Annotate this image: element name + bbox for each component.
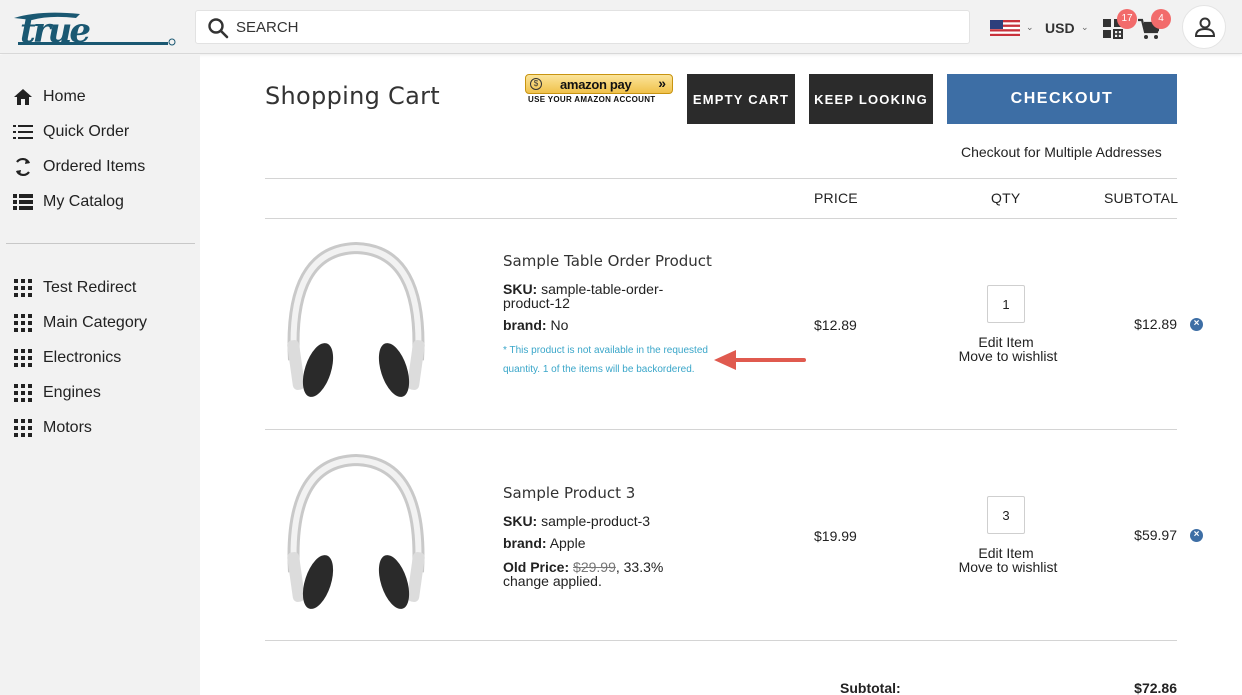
user-icon	[1194, 17, 1216, 37]
account-button[interactable]	[1182, 5, 1226, 49]
price-column-header: PRICE	[814, 190, 858, 206]
sidebar-item-label: Engines	[43, 384, 101, 401]
headphones-product-image[interactable]	[280, 452, 432, 622]
grid-icon	[12, 383, 34, 403]
sku-value: sample-product-3	[541, 513, 651, 529]
sidebar-item-test-redirect[interactable]: Test Redirect	[12, 276, 136, 300]
sidebar-divider	[6, 243, 195, 244]
cart-subtotal-label: Subtotal:	[840, 680, 901, 695]
item-subtotal: $59.97	[1134, 527, 1177, 543]
checkout-button[interactable]: CHECKOUT	[947, 74, 1177, 124]
sidebar-item-home[interactable]: Home	[12, 85, 86, 109]
brand-label: brand:	[503, 535, 547, 551]
sku-label: SKU:	[503, 513, 538, 529]
true-logo[interactable]: true	[10, 8, 180, 48]
brand-label: brand:	[503, 317, 547, 333]
sidebar-item-label: Ordered Items	[43, 158, 146, 175]
sidebar-item-motors[interactable]: Motors	[12, 416, 92, 440]
amazon-pay-label: amazon pay	[560, 77, 632, 92]
search-bar[interactable]	[195, 10, 970, 44]
sidebar-item-engines[interactable]: Engines	[12, 381, 101, 405]
currency-selector[interactable]: USD	[1045, 20, 1075, 36]
backorder-warning: * This product is not available in the r…	[503, 345, 708, 375]
product-sku-cont: product-12	[503, 295, 570, 311]
sidebar-item-my-catalog[interactable]: My Catalog	[12, 190, 124, 214]
sidebar-item-main-category[interactable]: Main Category	[12, 311, 147, 335]
catalog-list-icon	[12, 192, 34, 212]
move-to-wishlist-link[interactable]: Move to wishlist	[953, 348, 1063, 364]
sidebar-item-label: Test Redirect	[43, 279, 137, 296]
grid-icon	[12, 278, 34, 298]
multi-address-checkout-link[interactable]: Checkout for Multiple Addresses	[961, 144, 1162, 160]
sidebar: Home Quick Order Ordered Items My Catalo…	[0, 55, 200, 695]
sidebar-item-label: My Catalog	[43, 193, 124, 210]
annotation-arrow	[714, 350, 806, 370]
cart-subtotal-value: $72.86	[1134, 680, 1177, 695]
grid-icon	[12, 348, 34, 368]
grid-icon	[12, 313, 34, 333]
list-icon	[12, 122, 34, 142]
cart-count-badge: 4	[1151, 9, 1171, 29]
divider	[265, 429, 1177, 430]
quantity-input[interactable]	[987, 285, 1025, 323]
headphones-product-image[interactable]	[280, 240, 432, 410]
divider	[265, 178, 1177, 179]
chevron-down-icon[interactable]: ⌄	[1081, 22, 1089, 33]
divider	[265, 640, 1177, 641]
refresh-icon	[12, 157, 34, 177]
sidebar-item-label: Home	[43, 88, 86, 105]
item-price: $12.89	[814, 317, 857, 333]
product-sku: SKU: sample-table-order-	[503, 282, 663, 296]
amazon-pay-button[interactable]: $ amazon pay » USE YOUR AMAZON ACCOUNT	[525, 74, 673, 104]
item-price: $19.99	[814, 528, 857, 544]
top-header: true ⌄ USD ⌄ 17 4	[0, 0, 1242, 54]
remove-item-button[interactable]: ×	[1190, 529, 1203, 542]
close-icon: ×	[1193, 529, 1200, 540]
divider	[265, 218, 1177, 219]
product-name[interactable]: Sample Product 3	[503, 484, 635, 502]
grid-icon	[12, 418, 34, 438]
quantity-input[interactable]	[987, 496, 1025, 534]
amazon-pay-pill: $ amazon pay »	[525, 74, 673, 94]
product-name[interactable]: Sample Table Order Product	[503, 252, 712, 270]
search-input[interactable]	[236, 11, 956, 43]
qty-column-header: QTY	[991, 190, 1021, 206]
search-icon[interactable]	[207, 17, 229, 39]
sidebar-item-electronics[interactable]: Electronics	[12, 346, 121, 370]
quote-count-badge: 17	[1117, 9, 1137, 29]
brand-value: Apple	[549, 535, 586, 551]
product-brand: brand: No	[503, 318, 568, 332]
keep-looking-button[interactable]: KEEP LOOKING	[809, 74, 933, 124]
product-old-price: Old Price: $29.99, 33.3%	[503, 560, 663, 574]
sidebar-item-ordered-items[interactable]: Ordered Items	[12, 155, 145, 179]
sidebar-item-label: Quick Order	[43, 123, 130, 140]
sidebar-item-label: Main Category	[43, 314, 148, 331]
product-brand: brand: Apple	[503, 536, 586, 550]
brand-value: No	[550, 317, 569, 333]
chevron-down-icon[interactable]: ⌄	[1026, 22, 1034, 33]
move-to-wishlist-link[interactable]: Move to wishlist	[953, 559, 1063, 575]
amazon-coin-icon: $	[530, 78, 542, 90]
remove-item-button[interactable]: ×	[1190, 318, 1203, 331]
empty-cart-button[interactable]: EMPTY CART	[687, 74, 795, 124]
product-sku: SKU: sample-product-3	[503, 514, 650, 528]
close-icon: ×	[1193, 318, 1200, 329]
us-flag-icon[interactable]	[990, 20, 1020, 36]
amazon-pay-subtitle: USE YOUR AMAZON ACCOUNT	[528, 95, 656, 104]
double-chevron-icon: »	[658, 75, 666, 91]
subtotal-column-header: SUBTOTAL	[1104, 190, 1179, 206]
sidebar-item-quick-order[interactable]: Quick Order	[12, 120, 129, 144]
item-subtotal: $12.89	[1134, 316, 1177, 332]
home-icon	[12, 87, 34, 107]
price-change-note: change applied.	[503, 573, 602, 589]
page-title: Shopping Cart	[265, 82, 440, 110]
sidebar-item-label: Electronics	[43, 349, 122, 366]
sidebar-item-label: Motors	[43, 419, 92, 436]
price-change-pct: , 33.3%	[615, 559, 664, 575]
